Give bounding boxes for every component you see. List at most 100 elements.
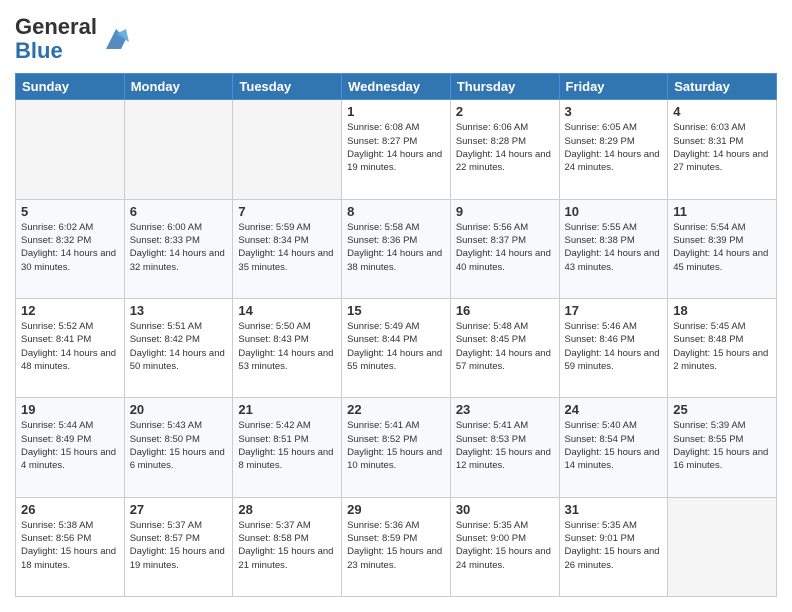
day-info: Sunrise: 5:37 AMSunset: 8:57 PMDaylight:…: [130, 519, 228, 572]
day-number: 19: [21, 402, 119, 417]
day-info: Sunrise: 5:51 AMSunset: 8:42 PMDaylight:…: [130, 320, 228, 373]
calendar-cell: 17Sunrise: 5:46 AMSunset: 8:46 PMDayligh…: [559, 299, 668, 398]
day-number: 15: [347, 303, 445, 318]
calendar-cell: [124, 100, 233, 199]
calendar-cell: [668, 497, 777, 596]
day-info: Sunrise: 5:39 AMSunset: 8:55 PMDaylight:…: [673, 419, 771, 472]
day-number: 30: [456, 502, 554, 517]
day-number: 3: [565, 104, 663, 119]
day-info: Sunrise: 6:08 AMSunset: 8:27 PMDaylight:…: [347, 121, 445, 174]
day-number: 18: [673, 303, 771, 318]
calendar-cell: 5 Sunrise: 6:02 AMSunset: 8:32 PMDaylight…: [16, 199, 125, 298]
day-number: 8: [347, 204, 445, 219]
calendar-cell: 30Sunrise: 5:35 AMSunset: 9:00 PMDayligh…: [450, 497, 559, 596]
calendar-cell: 1 Sunrise: 6:08 AMSunset: 8:27 PMDaylight…: [342, 100, 451, 199]
col-header-friday: Friday: [559, 74, 668, 100]
logo-blue: Blue: [15, 38, 63, 63]
calendar-cell: 3 Sunrise: 6:05 AMSunset: 8:29 PMDaylight…: [559, 100, 668, 199]
calendar-cell: 28Sunrise: 5:37 AMSunset: 8:58 PMDayligh…: [233, 497, 342, 596]
calendar-cell: 24 Sunrise: 5:40 AMSunset: 8:54 PMDayligh…: [559, 398, 668, 497]
day-info: Sunrise: 6:02 AMSunset: 8:32 PMDaylight:…: [21, 221, 119, 274]
logo-blue-text: Blue: [15, 39, 97, 63]
day-number: 29: [347, 502, 445, 517]
day-number: 5: [21, 204, 119, 219]
day-number: 6: [130, 204, 228, 219]
day-number: 9: [456, 204, 554, 219]
day-number: 23: [456, 402, 554, 417]
calendar-cell: 7 Sunrise: 5:59 AMSunset: 8:34 PMDaylight…: [233, 199, 342, 298]
day-number: 12: [21, 303, 119, 318]
day-info: Sunrise: 5:44 AMSunset: 8:49 PMDaylight:…: [21, 419, 119, 472]
day-number: 1: [347, 104, 445, 119]
day-number: 13: [130, 303, 228, 318]
calendar-cell: 4 Sunrise: 6:03 AMSunset: 8:31 PMDaylight…: [668, 100, 777, 199]
calendar-cell: 12 Sunrise: 5:52 AMSunset: 8:41 PMDayligh…: [16, 299, 125, 398]
calendar-cell: 15 Sunrise: 5:49 AMSunset: 8:44 PMDayligh…: [342, 299, 451, 398]
day-info: Sunrise: 5:38 AMSunset: 8:56 PMDaylight:…: [21, 519, 119, 572]
day-info: Sunrise: 6:06 AMSunset: 8:28 PMDaylight:…: [456, 121, 554, 174]
day-info: Sunrise: 5:41 AMSunset: 8:53 PMDaylight:…: [456, 419, 554, 472]
calendar-cell: 20 Sunrise: 5:43 AMSunset: 8:50 PMDayligh…: [124, 398, 233, 497]
header: General Blue: [15, 15, 777, 63]
logo-general: General: [15, 14, 97, 39]
calendar-cell: 6 Sunrise: 6:00 AMSunset: 8:33 PMDaylight…: [124, 199, 233, 298]
day-info: Sunrise: 5:59 AMSunset: 8:34 PMDaylight:…: [238, 221, 336, 274]
day-number: 11: [673, 204, 771, 219]
day-info: Sunrise: 5:56 AMSunset: 8:37 PMDaylight:…: [456, 221, 554, 274]
day-info: Sunrise: 5:45 AMSunset: 8:48 PMDaylight:…: [673, 320, 771, 373]
day-info: Sunrise: 5:55 AMSunset: 8:38 PMDaylight:…: [565, 221, 663, 274]
calendar-cell: 31 Sunrise: 5:35 AMSunset: 9:01 PMDayligh…: [559, 497, 668, 596]
day-number: 2: [456, 104, 554, 119]
day-number: 7: [238, 204, 336, 219]
col-header-saturday: Saturday: [668, 74, 777, 100]
day-number: 17: [565, 303, 663, 318]
day-number: 24: [565, 402, 663, 417]
day-number: 31: [565, 502, 663, 517]
logo: General Blue: [15, 15, 131, 63]
day-number: 14: [238, 303, 336, 318]
day-number: 20: [130, 402, 228, 417]
calendar-cell: 29Sunrise: 5:36 AMSunset: 8:59 PMDayligh…: [342, 497, 451, 596]
col-header-thursday: Thursday: [450, 74, 559, 100]
calendar-cell: 23 Sunrise: 5:41 AMSunset: 8:53 PMDayligh…: [450, 398, 559, 497]
day-info: Sunrise: 6:03 AMSunset: 8:31 PMDaylight:…: [673, 121, 771, 174]
calendar: SundayMondayTuesdayWednesdayThursdayFrid…: [15, 73, 777, 597]
day-info: Sunrise: 5:52 AMSunset: 8:41 PMDaylight:…: [21, 320, 119, 373]
day-info: Sunrise: 6:00 AMSunset: 8:33 PMDaylight:…: [130, 221, 228, 274]
day-number: 25: [673, 402, 771, 417]
calendar-cell: 9 Sunrise: 5:56 AMSunset: 8:37 PMDaylight…: [450, 199, 559, 298]
calendar-cell: 16 Sunrise: 5:48 AMSunset: 8:45 PMDayligh…: [450, 299, 559, 398]
day-info: Sunrise: 5:50 AMSunset: 8:43 PMDaylight:…: [238, 320, 336, 373]
calendar-cell: 10 Sunrise: 5:55 AMSunset: 8:38 PMDayligh…: [559, 199, 668, 298]
day-number: 26: [21, 502, 119, 517]
calendar-cell: 14 Sunrise: 5:50 AMSunset: 8:43 PMDayligh…: [233, 299, 342, 398]
calendar-cell: 26 Sunrise: 5:38 AMSunset: 8:56 PMDayligh…: [16, 497, 125, 596]
day-number: 28: [238, 502, 336, 517]
day-info: Sunrise: 6:05 AMSunset: 8:29 PMDaylight:…: [565, 121, 663, 174]
day-info: Sunrise: 5:42 AMSunset: 8:51 PMDaylight:…: [238, 419, 336, 472]
calendar-cell: 18 Sunrise: 5:45 AMSunset: 8:48 PMDayligh…: [668, 299, 777, 398]
calendar-cell: 27 Sunrise: 5:37 AMSunset: 8:57 PMDayligh…: [124, 497, 233, 596]
day-info: Sunrise: 5:49 AMSunset: 8:44 PMDaylight:…: [347, 320, 445, 373]
day-number: 4: [673, 104, 771, 119]
logo-text: General: [15, 15, 97, 39]
page: General Blue SundayMondayTuesdayWednesda…: [0, 0, 792, 612]
col-header-monday: Monday: [124, 74, 233, 100]
calendar-cell: [16, 100, 125, 199]
day-number: 10: [565, 204, 663, 219]
col-header-sunday: Sunday: [16, 74, 125, 100]
day-number: 22: [347, 402, 445, 417]
col-header-tuesday: Tuesday: [233, 74, 342, 100]
calendar-cell: 22Sunrise: 5:41 AMSunset: 8:52 PMDayligh…: [342, 398, 451, 497]
day-info: Sunrise: 5:43 AMSunset: 8:50 PMDaylight:…: [130, 419, 228, 472]
day-info: Sunrise: 5:48 AMSunset: 8:45 PMDaylight:…: [456, 320, 554, 373]
day-number: 16: [456, 303, 554, 318]
calendar-cell: 13 Sunrise: 5:51 AMSunset: 8:42 PMDayligh…: [124, 299, 233, 398]
day-info: Sunrise: 5:40 AMSunset: 8:54 PMDaylight:…: [565, 419, 663, 472]
col-header-wednesday: Wednesday: [342, 74, 451, 100]
logo-icon: [101, 24, 131, 54]
calendar-cell: 2 Sunrise: 6:06 AMSunset: 8:28 PMDaylight…: [450, 100, 559, 199]
day-number: 27: [130, 502, 228, 517]
calendar-cell: 8Sunrise: 5:58 AMSunset: 8:36 PMDaylight…: [342, 199, 451, 298]
day-info: Sunrise: 5:35 AMSunset: 9:01 PMDaylight:…: [565, 519, 663, 572]
